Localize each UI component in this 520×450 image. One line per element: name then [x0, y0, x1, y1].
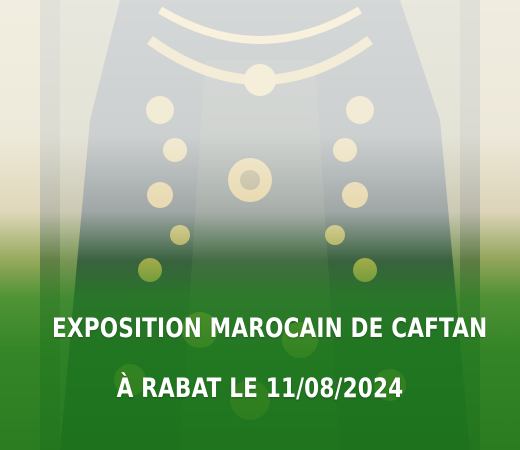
- exhibition-banner: EXPOSITION MAROCAIN DE CAFTAN À RABAT LE…: [0, 0, 520, 450]
- title-line-1: EXPOSITION MAROCAIN DE CAFTAN: [52, 313, 488, 344]
- title-line-2: À RABAT LE 11/08/2024: [116, 373, 404, 404]
